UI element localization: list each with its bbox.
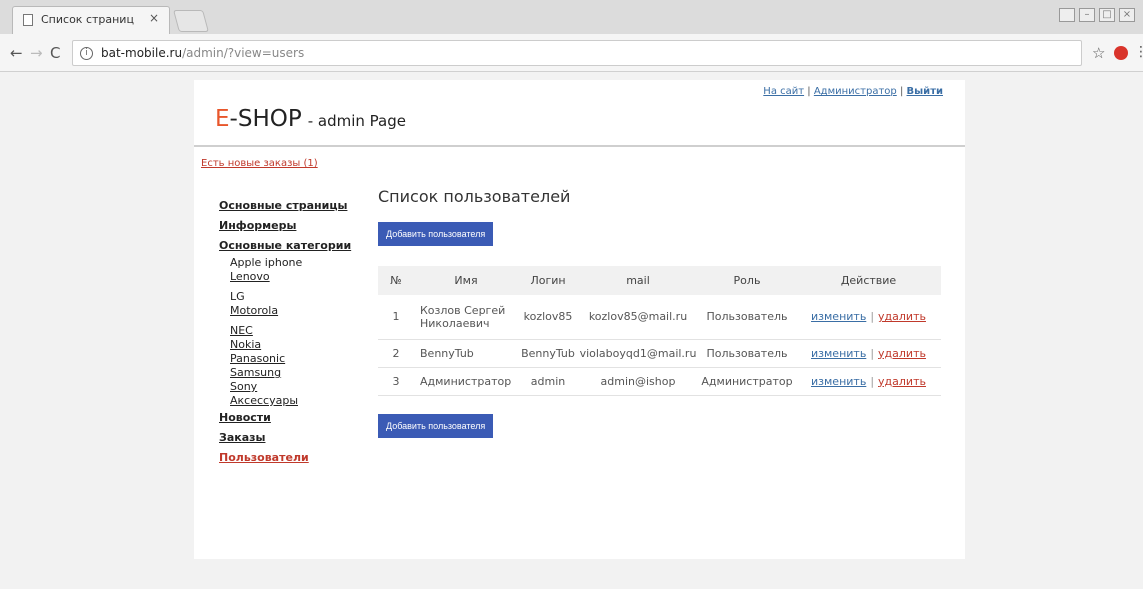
add-user-button-top[interactable]: Добавить пользователя xyxy=(378,222,494,246)
cell-mail: kozlov85@mail.ru xyxy=(578,295,698,340)
menu-icon[interactable]: ⋮ xyxy=(1134,44,1143,60)
adblock-icon[interactable] xyxy=(1114,46,1128,60)
edit-link[interactable]: изменить xyxy=(811,347,866,360)
column-header-mail: mail xyxy=(578,266,698,295)
browser-toolbar: ← → C i bat-mobile.ru/admin/?view=users … xyxy=(0,34,1143,72)
action-separator: | xyxy=(870,346,875,360)
new-tab-button[interactable] xyxy=(173,10,209,32)
sidebar-subitem-apple[interactable]: Apple iphone xyxy=(219,256,369,270)
browser-tab[interactable]: Список страниц × xyxy=(12,6,170,34)
profile-icon[interactable] xyxy=(1059,8,1075,22)
column-header-login: Логин xyxy=(518,266,578,295)
url-path: /admin/?view=users xyxy=(182,46,305,60)
sidebar-subitem-nec[interactable]: NEC xyxy=(219,324,369,338)
cell-name: Администратор xyxy=(414,367,518,396)
browser-tabstrip: Список страниц × – □ × xyxy=(0,0,1143,34)
edit-link[interactable]: изменить xyxy=(811,310,866,323)
delete-link[interactable]: удалить xyxy=(878,375,926,388)
sidebar-subitem-accessories[interactable]: Аксессуары xyxy=(219,394,369,408)
table-row: 3 Администратор admin admin@ishop Админи… xyxy=(378,367,941,396)
link-administrator[interactable]: Администратор xyxy=(814,86,897,97)
action-separator: | xyxy=(870,374,875,388)
main-content: Список пользователей Добавить пользовате… xyxy=(378,187,941,438)
admin-page: E-SHOP - admin Page На сайт | Администрат… xyxy=(194,80,965,559)
cell-role: Пользователь xyxy=(698,339,796,368)
cell-login: BennyTub xyxy=(518,339,578,368)
delete-link[interactable]: удалить xyxy=(878,347,926,360)
add-user-button-bottom[interactable]: Добавить пользователя xyxy=(378,413,494,438)
sidebar-item-orders[interactable]: Заказы xyxy=(219,428,369,448)
logo-e: E xyxy=(215,106,230,132)
sidebar-subitem-lg[interactable]: LG xyxy=(219,290,369,304)
logo-subtitle: - admin Page xyxy=(307,112,406,130)
users-table: № Имя Логин mail Роль Действие 1 Козлов … xyxy=(378,266,941,396)
sidebar-subitem-panasonic[interactable]: Panasonic xyxy=(219,352,369,366)
sidebar-subitem-samsung[interactable]: Samsung xyxy=(219,366,369,380)
sidebar-item-main-pages[interactable]: Основные страницы xyxy=(219,196,369,216)
close-window-icon[interactable]: × xyxy=(1119,8,1135,22)
link-separator: | xyxy=(807,86,811,97)
close-icon[interactable]: × xyxy=(149,11,159,25)
cell-number: 1 xyxy=(378,295,414,340)
sidebar-item-informers[interactable]: Информеры xyxy=(219,216,369,236)
cell-actions: изменить | удалить xyxy=(796,339,941,368)
cell-name: Козлов Сергей Николаевич xyxy=(414,295,518,340)
cell-actions: изменить | удалить xyxy=(796,295,941,340)
logo-shop: -SHOP xyxy=(229,106,302,132)
bookmark-star-icon[interactable]: ☆ xyxy=(1092,44,1105,62)
table-header-row: № Имя Логин mail Роль Действие xyxy=(378,266,941,295)
maximize-icon[interactable]: □ xyxy=(1099,8,1115,22)
sidebar-subitem-lenovo[interactable]: Lenovo xyxy=(219,270,369,284)
column-header-role: Роль xyxy=(698,266,796,295)
column-header-name: Имя xyxy=(414,266,518,295)
sidebar-item-categories[interactable]: Основные категории xyxy=(219,236,369,256)
link-separator: | xyxy=(899,86,904,97)
cell-role: Администратор xyxy=(698,367,796,396)
document-icon xyxy=(23,14,33,26)
sidebar-subitem-nokia[interactable]: Nokia xyxy=(219,338,369,352)
page-title: Список пользователей xyxy=(378,187,571,206)
column-header-action: Действие xyxy=(796,266,941,295)
minimize-icon[interactable]: – xyxy=(1079,8,1095,22)
table-row: 1 Козлов Сергей Николаевич kozlov85 kozl… xyxy=(378,295,941,340)
sidebar: Основные страницы Информеры Основные кат… xyxy=(219,196,369,468)
window-controls: – □ × xyxy=(1059,8,1135,22)
logout-link[interactable]: Выйти xyxy=(907,86,943,97)
link-to-site[interactable]: На сайт xyxy=(763,86,804,97)
cell-login: admin xyxy=(518,367,578,396)
edit-link[interactable]: изменить xyxy=(811,375,866,388)
column-header-number: № xyxy=(378,266,414,295)
sidebar-subitem-motorola[interactable]: Motorola xyxy=(219,304,369,318)
sidebar-item-users[interactable]: Пользователи xyxy=(219,448,369,468)
top-links: На сайт | Администратор | Выйти xyxy=(763,86,943,97)
url-host: bat-mobile.ru xyxy=(101,46,183,60)
cell-role: Пользователь xyxy=(698,295,796,340)
new-orders-notice[interactable]: Есть новые заказы (1) xyxy=(201,158,318,169)
page-header: E-SHOP - admin Page На сайт | Администрат… xyxy=(194,80,965,147)
cell-actions: изменить | удалить xyxy=(796,367,941,396)
cell-name: BennyTub xyxy=(414,339,518,368)
url-text: bat-mobile.ru/admin/?view=users xyxy=(101,46,304,60)
cell-mail: admin@ishop xyxy=(578,367,698,396)
tab-title: Список страниц xyxy=(41,13,134,26)
back-icon[interactable]: ← xyxy=(10,44,23,62)
address-bar[interactable]: i bat-mobile.ru/admin/?view=users xyxy=(72,40,1082,66)
action-separator: | xyxy=(870,310,875,324)
forward-icon[interactable]: → xyxy=(30,44,43,62)
cell-number: 2 xyxy=(378,339,414,368)
cell-login: kozlov85 xyxy=(518,295,578,340)
cell-number: 3 xyxy=(378,367,414,396)
info-icon[interactable]: i xyxy=(80,47,93,60)
reload-icon[interactable]: C xyxy=(50,44,60,62)
delete-link[interactable]: удалить xyxy=(878,310,926,323)
logo[interactable]: E-SHOP - admin Page xyxy=(215,106,406,132)
sidebar-item-news[interactable]: Новости xyxy=(219,408,369,428)
sidebar-subitem-sony[interactable]: Sony xyxy=(219,380,369,394)
cell-mail: violaboyqd1@mail.ru xyxy=(578,339,698,368)
table-row: 2 BennyTub BennyTub violaboyqd1@mail.ru … xyxy=(378,339,941,368)
